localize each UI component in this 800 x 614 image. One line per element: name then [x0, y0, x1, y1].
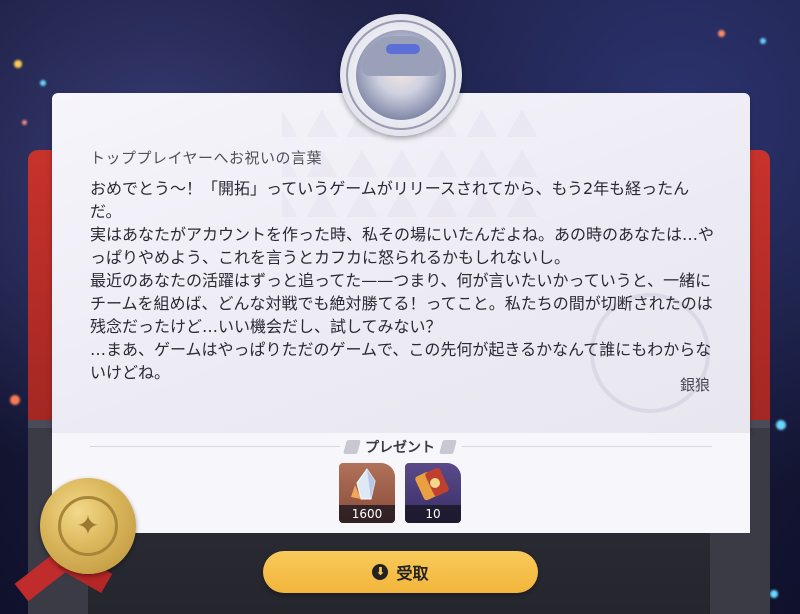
seal-emblem-icon: ✦	[58, 496, 118, 556]
bokeh-light	[10, 395, 20, 405]
reward-item-ticket[interactable]: 10	[405, 463, 461, 523]
download-icon: ⬇	[372, 564, 389, 580]
wax-seal: ✦	[40, 478, 136, 574]
bokeh-light	[776, 420, 786, 430]
leaf-icon	[439, 440, 457, 454]
claim-label: 受取	[396, 564, 429, 583]
present-heading: プレゼント	[0, 437, 800, 457]
leaf-icon	[343, 440, 361, 454]
present-label: プレゼント	[365, 440, 435, 456]
bokeh-light	[40, 80, 46, 86]
bokeh-light	[770, 590, 778, 598]
ticket-icon	[415, 467, 449, 501]
reward-item-crystal[interactable]: 1600	[339, 463, 395, 523]
goggles-icon	[386, 44, 420, 54]
avatar	[340, 14, 462, 136]
bokeh-light	[14, 60, 22, 68]
item-count: 1600	[339, 505, 395, 523]
letter-title: トッププレイヤーへお祝いの言葉	[90, 149, 323, 167]
letter-body: おめでとう～！「開拓」っていうゲームがリリースされてから、もう2年も経ったんだ。…	[90, 179, 715, 382]
letter-card: トッププレイヤーへお祝いの言葉 おめでとう～！「開拓」っていうゲームがリリースさ…	[52, 93, 750, 433]
bokeh-light	[22, 120, 27, 125]
bokeh-light	[760, 38, 766, 44]
item-count: 10	[405, 505, 461, 523]
claim-button[interactable]: ⬇ 受取	[263, 551, 538, 593]
letter-signature: 銀狼	[679, 376, 710, 394]
crystal-icon	[351, 468, 376, 500]
bokeh-light	[718, 30, 725, 37]
